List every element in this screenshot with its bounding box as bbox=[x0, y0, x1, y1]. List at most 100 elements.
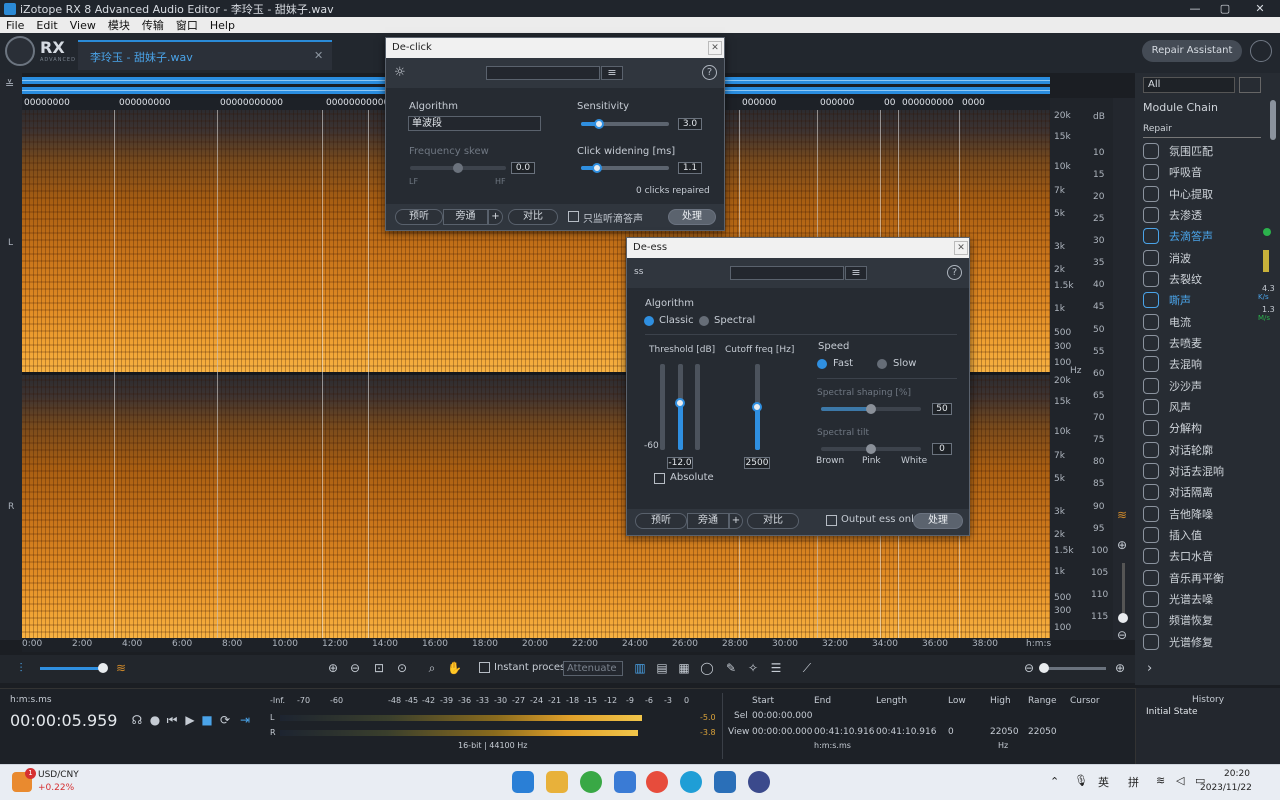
module-dialogue-isolate[interactable]: 对话隔离 bbox=[1143, 482, 1258, 502]
play-icon[interactable]: ▶ bbox=[183, 713, 197, 727]
frequency-skew-slider[interactable] bbox=[410, 163, 506, 173]
marker[interactable]: 000000000 bbox=[117, 98, 207, 110]
de-click-bypass-button[interactable]: 旁通 bbox=[443, 209, 488, 225]
module-deconstruct[interactable]: 分解构 bbox=[1143, 418, 1258, 438]
module-chain-button[interactable]: Module Chain bbox=[1143, 101, 1218, 114]
cutoff-slider[interactable] bbox=[752, 364, 762, 450]
zoom-out-vertical-icon[interactable]: ⊖ bbox=[1117, 628, 1127, 642]
record-icon[interactable]: ● bbox=[148, 713, 162, 727]
sensitivity-value[interactable]: 3.0 bbox=[678, 118, 702, 130]
marker[interactable]: 000000 bbox=[818, 98, 878, 110]
lasso-icon[interactable]: ◯ bbox=[700, 661, 714, 675]
module-spectral-de-noise[interactable]: 光谱去噪 bbox=[1143, 589, 1258, 609]
volume-icon[interactable]: ◁ bbox=[1176, 774, 1184, 787]
view-length[interactable]: 00:41:10.916 bbox=[876, 727, 936, 737]
module-center-extract[interactable]: 中心提取 bbox=[1143, 184, 1258, 204]
frequency-axis[interactable]: 20k 15k 10k 7k 5k 3k 2k 1.5k 1k 500 300 … bbox=[1050, 98, 1088, 640]
de-ess-close-icon[interactable]: ✕ bbox=[954, 241, 968, 255]
marker[interactable]: 00000000 bbox=[22, 98, 112, 110]
zoom-out-time-icon[interactable]: ⊖ bbox=[1022, 661, 1036, 675]
view-low[interactable]: 0 bbox=[948, 727, 954, 737]
time-format-selector[interactable]: h:m:s.ms bbox=[10, 695, 52, 705]
attenuate-dropdown[interactable]: Attenuate bbox=[563, 661, 623, 676]
view-start[interactable]: 00:00:00.000 bbox=[752, 727, 812, 737]
start-icon[interactable] bbox=[512, 771, 534, 793]
clock-time[interactable]: 20:20 bbox=[1224, 769, 1250, 779]
module-de-crackle[interactable]: 去裂纹 bbox=[1143, 269, 1258, 289]
module-spectral-recovery[interactable]: 频谱恢复 bbox=[1143, 610, 1258, 630]
play-selection-icon[interactable]: ⇥ bbox=[238, 713, 252, 727]
click-widening-value[interactable]: 1.1 bbox=[678, 162, 702, 174]
module-de-rustle[interactable]: 沙沙声 bbox=[1143, 376, 1258, 396]
app-blue-icon[interactable] bbox=[614, 771, 636, 793]
spectral-tilt-slider[interactable] bbox=[821, 444, 921, 454]
de-click-preset-dropdown[interactable] bbox=[486, 66, 600, 80]
click-widening-knob[interactable] bbox=[591, 163, 602, 173]
time-frequency-selection-icon[interactable]: ▦ bbox=[677, 661, 691, 675]
harmonic-selection-icon[interactable]: ☰ bbox=[769, 661, 783, 675]
de-ess-add-button[interactable]: + bbox=[729, 513, 743, 529]
de-ess-preview-button[interactable]: 预听 bbox=[635, 513, 687, 529]
view-high[interactable]: 22050 bbox=[990, 727, 1019, 737]
module-spectral-repair[interactable]: 光谱修复 bbox=[1143, 632, 1258, 652]
brush-icon[interactable]: ✎ bbox=[724, 661, 738, 675]
module-music-rebalance[interactable]: 音乐再平衡 bbox=[1143, 568, 1258, 588]
marker[interactable]: 0000 bbox=[960, 98, 1000, 110]
blend-knob[interactable] bbox=[98, 663, 108, 673]
clock-date[interactable]: 2023/11/22 bbox=[1200, 783, 1252, 793]
threshold-knob[interactable] bbox=[675, 397, 685, 408]
browser-green-icon[interactable] bbox=[580, 771, 602, 793]
time-zoom-slider[interactable] bbox=[1040, 667, 1106, 670]
app-monitor-icon[interactable] bbox=[714, 771, 736, 793]
time-zoom-knob[interactable] bbox=[1039, 663, 1049, 673]
module-guitar-de-noise[interactable]: 吉他降噪 bbox=[1143, 504, 1258, 524]
module-de-click[interactable]: 去滴答声 bbox=[1143, 226, 1258, 246]
marker[interactable]: 000000000 bbox=[900, 98, 960, 110]
de-ess-preset-menu-icon[interactable]: ≡ bbox=[845, 266, 867, 280]
classic-radio[interactable] bbox=[644, 316, 654, 326]
threshold-slider[interactable] bbox=[675, 364, 685, 450]
tray-chevron-icon[interactable]: ⌃ bbox=[1050, 775, 1059, 788]
headphones-icon[interactable]: ☊ bbox=[130, 713, 144, 727]
file-tab[interactable]: 李玲玉 - 甜妹子.wav ✕ bbox=[78, 40, 332, 70]
close-window-button[interactable]: ✕ bbox=[1245, 0, 1275, 17]
module-dialogue-de-reverb[interactable]: 对话去混响 bbox=[1143, 461, 1258, 481]
module-de-wind[interactable]: 风声 bbox=[1143, 397, 1258, 417]
maximize-button[interactable]: ▢ bbox=[1210, 0, 1240, 17]
microphone-icon[interactable]: 🎙 bbox=[1074, 774, 1088, 787]
module-ambience-match[interactable]: 氛围匹配 bbox=[1143, 141, 1258, 161]
de-ess-title[interactable]: De-ess bbox=[627, 238, 969, 258]
de-ess-bypass-button[interactable]: 旁通 bbox=[687, 513, 729, 529]
hand-icon[interactable]: ✋ bbox=[447, 661, 462, 675]
output-ess-only-checkbox[interactable] bbox=[826, 515, 837, 526]
db-axis[interactable]: dB 10 15 20 25 30 35 40 45 50 55 60 65 7… bbox=[1088, 98, 1113, 640]
module-filter-dropdown[interactable]: All bbox=[1143, 77, 1235, 93]
skip-back-icon[interactable]: ⏮ bbox=[165, 713, 179, 727]
monitor-clicks-checkbox[interactable] bbox=[568, 211, 579, 222]
chrome-icon[interactable] bbox=[646, 771, 668, 793]
spectrogram-icon[interactable]: ≋ bbox=[114, 661, 128, 675]
menu-help[interactable]: Help bbox=[204, 19, 241, 32]
de-click-process-button[interactable]: 处理 bbox=[668, 209, 716, 225]
instant-process-checkbox[interactable] bbox=[479, 662, 490, 673]
de-click-preset-menu-icon[interactable]: ≡ bbox=[601, 66, 623, 80]
module-menu-icon[interactable] bbox=[1239, 77, 1261, 93]
marker[interactable]: 00000000000 bbox=[218, 98, 318, 110]
view-end[interactable]: 00:41:10.916 bbox=[814, 727, 874, 737]
module-de-reverb[interactable]: 去混响 bbox=[1143, 354, 1258, 374]
de-ess-compare-button[interactable]: 对比 bbox=[747, 513, 799, 529]
spectrum-icon[interactable]: ≋ bbox=[1117, 508, 1127, 522]
spectral-shaping-value[interactable]: 50 bbox=[932, 403, 952, 415]
zoom-selection-icon[interactable]: ⊡ bbox=[372, 661, 386, 675]
zoom-in-vertical-icon[interactable]: ⊕ bbox=[1117, 538, 1127, 552]
magic-wand-icon[interactable]: ✧ bbox=[746, 661, 760, 675]
de-click-add-button[interactable]: + bbox=[488, 209, 503, 225]
file-tab-close-icon[interactable]: ✕ bbox=[314, 49, 323, 62]
marker[interactable]: 000000 bbox=[740, 98, 800, 110]
de-click-panel[interactable]: De-click ✕ ☼ ≡ ? Algorithm 单波段 Frequency… bbox=[385, 37, 725, 231]
de-ess-help-icon[interactable]: ? bbox=[947, 265, 962, 280]
edge-icon[interactable] bbox=[680, 771, 702, 793]
spectrogram-blend-slider[interactable] bbox=[40, 667, 106, 670]
menu-window[interactable]: 窗口 bbox=[170, 17, 204, 33]
spectral-tilt-value[interactable]: 0 bbox=[932, 443, 952, 455]
